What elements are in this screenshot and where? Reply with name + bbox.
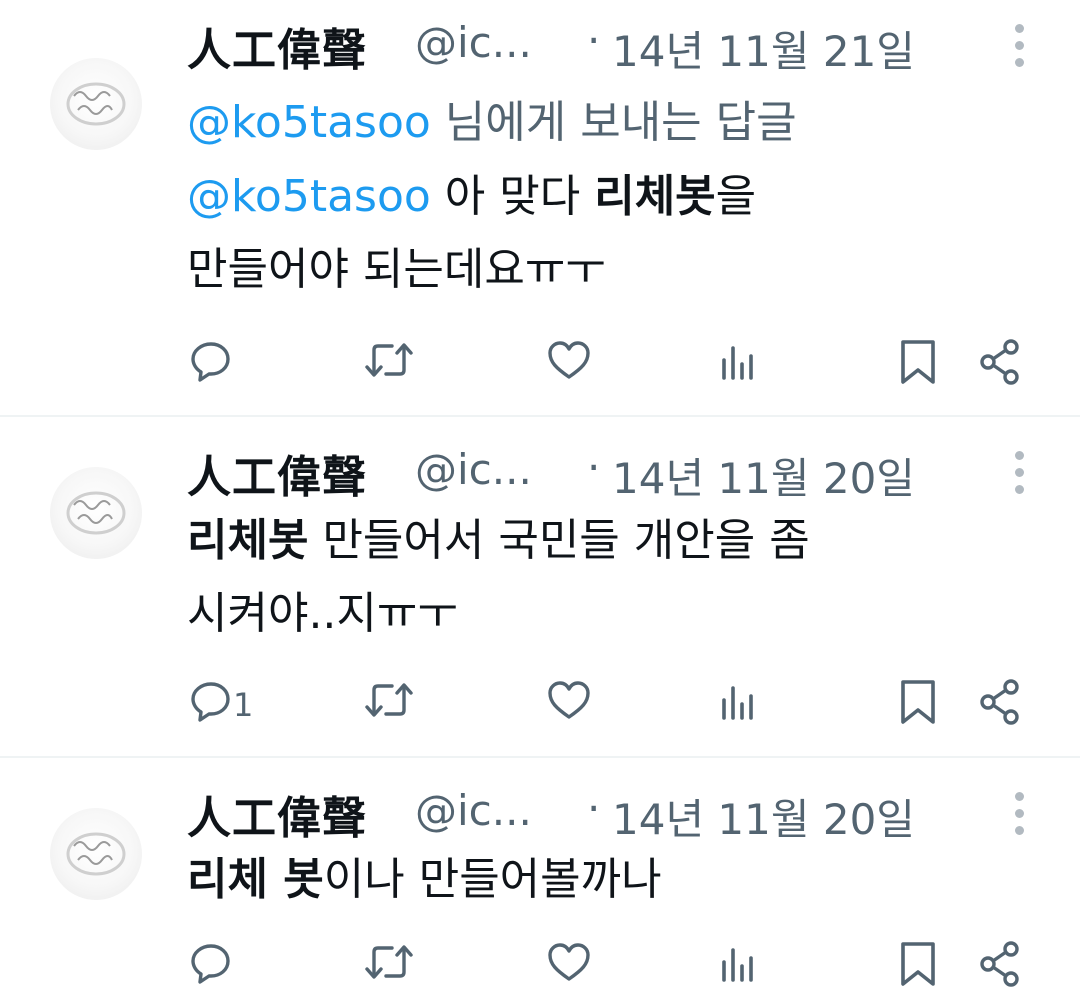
share-button[interactable] [978,940,1022,990]
reply-button[interactable]: 1 [189,678,269,728]
tweet-header: 人工偉聲 @ic... · 14년 11월 21일 [187,14,987,76]
display-name[interactable]: 人工偉聲 [187,14,367,78]
views-button[interactable] [718,338,758,388]
tweet-header: 人工偉聲 @ic... · 14년 11월 20일 [187,782,987,844]
text-span: 시켜야..지ㅠㅜ [187,588,458,639]
heart-icon [548,681,590,719]
tweet-text: 리체봇 만들어서 국민들 개안을 좀 시켜야..지ㅠㅜ [187,504,810,650]
ring-avatar-icon [66,491,126,535]
like-button[interactable] [546,678,592,728]
more-options-icon[interactable] [1010,451,1030,497]
heart-icon [548,943,590,981]
text-span: 을 [715,171,757,222]
reply-button[interactable] [189,940,233,990]
tweet-line: @ko5tasoo 아 맞다 리체봇을 [187,160,756,233]
views-button[interactable] [718,678,758,728]
like-button[interactable] [546,338,592,388]
reply-icon [191,682,230,722]
tweet-1[interactable]: 人工偉聲 @ic... · 14년 11월 21일 @ko5tasoo 님에게 … [0,0,1080,415]
bookmark-button[interactable] [898,940,938,990]
retweet-button[interactable] [364,678,414,728]
ring-avatar-icon [66,832,126,876]
share-icon [980,941,1019,987]
separator-dot: · [587,16,601,65]
tweet-text: 리체 봇이나 만들어볼까나 [187,843,662,916]
user-handle[interactable]: @ic... [415,445,532,494]
text-span: 만들어서 국민들 개안을 좀 [308,515,810,566]
retweet-icon [365,945,413,979]
bookmark-icon [901,942,935,986]
retweet-icon [365,343,413,377]
text-bold-span: 리체 봇 [187,854,324,905]
like-button[interactable] [546,940,592,990]
ring-avatar-icon [66,82,126,126]
tweet-line: 만들어야 되는데요ㅠㅜ [187,233,756,306]
user-handle[interactable]: @ic... [415,786,532,835]
text-span: 아 맞다 [430,171,595,222]
share-button[interactable] [978,678,1022,728]
views-chart-icon [722,686,753,720]
avatar[interactable] [50,808,142,900]
bookmark-icon [901,680,935,724]
action-bar [0,940,1080,996]
avatar[interactable] [50,467,142,559]
retweet-button[interactable] [364,940,414,990]
text-bold-span: 리체봇 [187,515,309,566]
heart-icon [548,341,590,379]
bookmark-icon [901,340,935,384]
reply-icon [191,342,230,382]
more-options-icon[interactable] [1010,24,1030,70]
tweet-line: 리체봇 만들어서 국민들 개안을 좀 [187,504,810,577]
share-icon [980,339,1019,385]
text-bold-span: 리체봇 [594,171,716,222]
views-chart-icon [722,948,753,982]
separator-dot: · [587,443,601,492]
tweet-date[interactable]: 14년 11월 21일 [612,18,915,79]
bookmark-button[interactable] [898,338,938,388]
separator-dot: · [587,784,601,833]
share-icon [980,679,1019,725]
text-span: 이나 만들어볼까나 [323,854,662,905]
retweet-button[interactable] [364,338,414,388]
tweet-line: 리체 봇이나 만들어볼까나 [187,843,662,916]
reply-count: 1 [233,686,254,724]
tweet-date[interactable]: 14년 11월 20일 [612,445,915,506]
display-name[interactable]: 人工偉聲 [187,441,367,505]
avatar[interactable] [50,58,142,150]
more-options-icon[interactable] [1010,792,1030,838]
tweet-3[interactable]: 人工偉聲 @ic... · 14년 11월 20일 리체 봇이나 만들어볼까나 [0,758,1080,998]
views-button[interactable] [718,940,758,990]
text-span: 만들어야 되는데요ㅠㅜ [187,244,606,295]
tweet-date[interactable]: 14년 11월 20일 [612,786,915,847]
action-bar: 1 [0,678,1080,734]
mention-link[interactable]: @ko5tasoo [187,171,431,222]
tweet-text: @ko5tasoo 아 맞다 리체봇을 만들어야 되는데요ㅠㅜ [187,160,756,306]
reply-to-line: @ko5tasoo 님에게 보내는 답글 [187,86,797,150]
reply-icon [191,944,230,984]
display-name[interactable]: 人工偉聲 [187,782,367,846]
retweet-icon [365,683,413,717]
reply-button[interactable] [189,338,233,388]
tweet-2[interactable]: 人工偉聲 @ic... · 14년 11월 20일 리체봇 만들어서 국민들 개… [0,417,1080,756]
bookmark-button[interactable] [898,678,938,728]
tweet-header: 人工偉聲 @ic... · 14년 11월 20일 [187,441,987,503]
reply-to-suffix: 님에게 보내는 답글 [430,97,797,148]
share-button[interactable] [978,338,1022,388]
action-bar [0,338,1080,394]
user-handle[interactable]: @ic... [415,18,532,67]
views-chart-icon [722,346,753,380]
reply-mention[interactable]: @ko5tasoo [187,97,431,148]
tweet-line: 시켜야..지ㅠㅜ [187,577,810,650]
